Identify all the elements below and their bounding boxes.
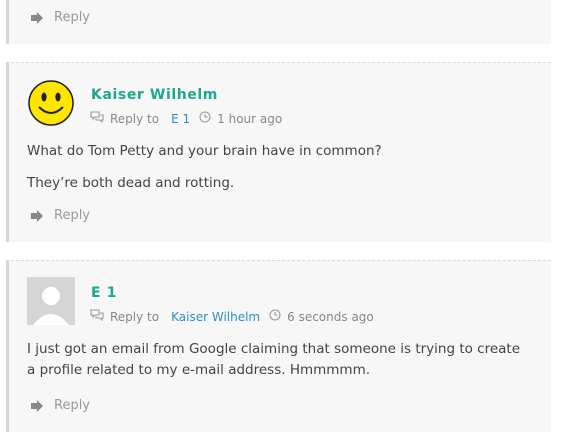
comment-meta: Reply to Kaiser Wilhelm 6 seconds ago bbox=[90, 309, 374, 324]
reply-button[interactable]: Reply bbox=[30, 398, 90, 413]
comment-meta: Reply to E 1 1 hour ago bbox=[90, 111, 282, 126]
comment-time[interactable]: 6 seconds ago bbox=[287, 310, 374, 324]
reply-button[interactable]: Reply bbox=[30, 10, 90, 25]
reply-to-link[interactable]: Kaiser Wilhelm bbox=[171, 310, 260, 324]
reply-button[interactable]: Reply bbox=[30, 208, 90, 223]
reply-arrow-icon bbox=[30, 11, 45, 24]
speech-bubbles-icon bbox=[90, 309, 104, 324]
default-user-avatar bbox=[27, 277, 75, 325]
comment-text: They’re both dead and rotting. bbox=[27, 175, 235, 191]
comment-card: E 1 Reply to Kaiser Wilhelm 6 seconds ag… bbox=[6, 260, 551, 432]
reply-to-link[interactable]: E 1 bbox=[171, 112, 190, 126]
comment-text: What do Tom Petty and your brain have in… bbox=[27, 143, 382, 159]
comment-time[interactable]: 1 hour ago bbox=[217, 112, 282, 126]
reply-to-label: Reply to bbox=[110, 309, 160, 324]
clock-icon bbox=[199, 111, 211, 126]
reply-label: Reply bbox=[54, 10, 91, 25]
speech-bubbles-icon bbox=[90, 111, 104, 126]
reply-to-label: Reply to bbox=[110, 111, 160, 126]
smiley-face-avatar bbox=[27, 79, 75, 127]
comment-author[interactable]: E 1 bbox=[91, 285, 117, 301]
reply-label: Reply bbox=[54, 208, 91, 223]
comment-card: Kaiser Wilhelm Reply to E 1 1 hour ago W… bbox=[6, 62, 551, 242]
reply-arrow-icon bbox=[30, 399, 45, 412]
comment-author[interactable]: Kaiser Wilhelm bbox=[91, 87, 218, 103]
comment-card: Reply bbox=[6, 0, 551, 44]
reply-label: Reply bbox=[54, 398, 91, 413]
comment-text: I just got an email from Google claiming… bbox=[27, 341, 521, 378]
reply-arrow-icon bbox=[30, 209, 45, 222]
clock-icon bbox=[269, 309, 281, 324]
